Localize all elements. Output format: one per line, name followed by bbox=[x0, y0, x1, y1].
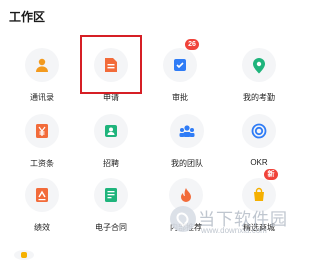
app-label: 我的考勤 bbox=[243, 93, 275, 102]
app-performance[interactable]: 绩效 bbox=[12, 178, 72, 248]
app-attendance[interactable]: 我的考勤 bbox=[229, 48, 289, 118]
contacts-icon bbox=[25, 48, 59, 82]
app-team[interactable]: 我的团队 bbox=[157, 114, 217, 184]
new-badge: 新 bbox=[264, 169, 278, 180]
app-okr[interactable]: OKR bbox=[229, 114, 289, 184]
approval-icon bbox=[163, 48, 197, 82]
app-payslip[interactable]: 工资条 bbox=[12, 114, 72, 184]
app-label: 绩效 bbox=[34, 223, 50, 232]
yen-icon bbox=[25, 114, 59, 148]
team-icon bbox=[170, 114, 204, 148]
watermark-logo-icon bbox=[170, 206, 196, 232]
partial-app-icon[interactable] bbox=[14, 250, 34, 260]
app-label: 电子合同 bbox=[95, 223, 127, 232]
app-label: 审批 bbox=[172, 93, 188, 102]
app-approval[interactable]: 26 审批 bbox=[150, 39, 210, 118]
target-icon bbox=[242, 114, 276, 148]
performance-icon bbox=[25, 178, 59, 212]
watermark-url: www.downxia.com bbox=[201, 226, 267, 235]
app-contacts[interactable]: 通讯录 bbox=[12, 48, 72, 118]
app-label: 招聘 bbox=[103, 159, 119, 168]
notification-badge: 26 bbox=[185, 39, 199, 50]
contract-icon bbox=[94, 178, 128, 212]
location-pin-icon bbox=[242, 48, 276, 82]
app-label: 通讯录 bbox=[30, 93, 54, 102]
section-title: 工作区 bbox=[9, 10, 46, 24]
app-recruit[interactable]: 招聘 bbox=[81, 114, 141, 184]
recruit-icon bbox=[94, 114, 128, 148]
app-label: 工资条 bbox=[30, 159, 54, 168]
highlight-box bbox=[80, 35, 142, 94]
app-label: 我的团队 bbox=[171, 159, 203, 168]
app-label: OKR bbox=[250, 158, 268, 167]
app-contract[interactable]: 电子合同 bbox=[81, 178, 141, 248]
